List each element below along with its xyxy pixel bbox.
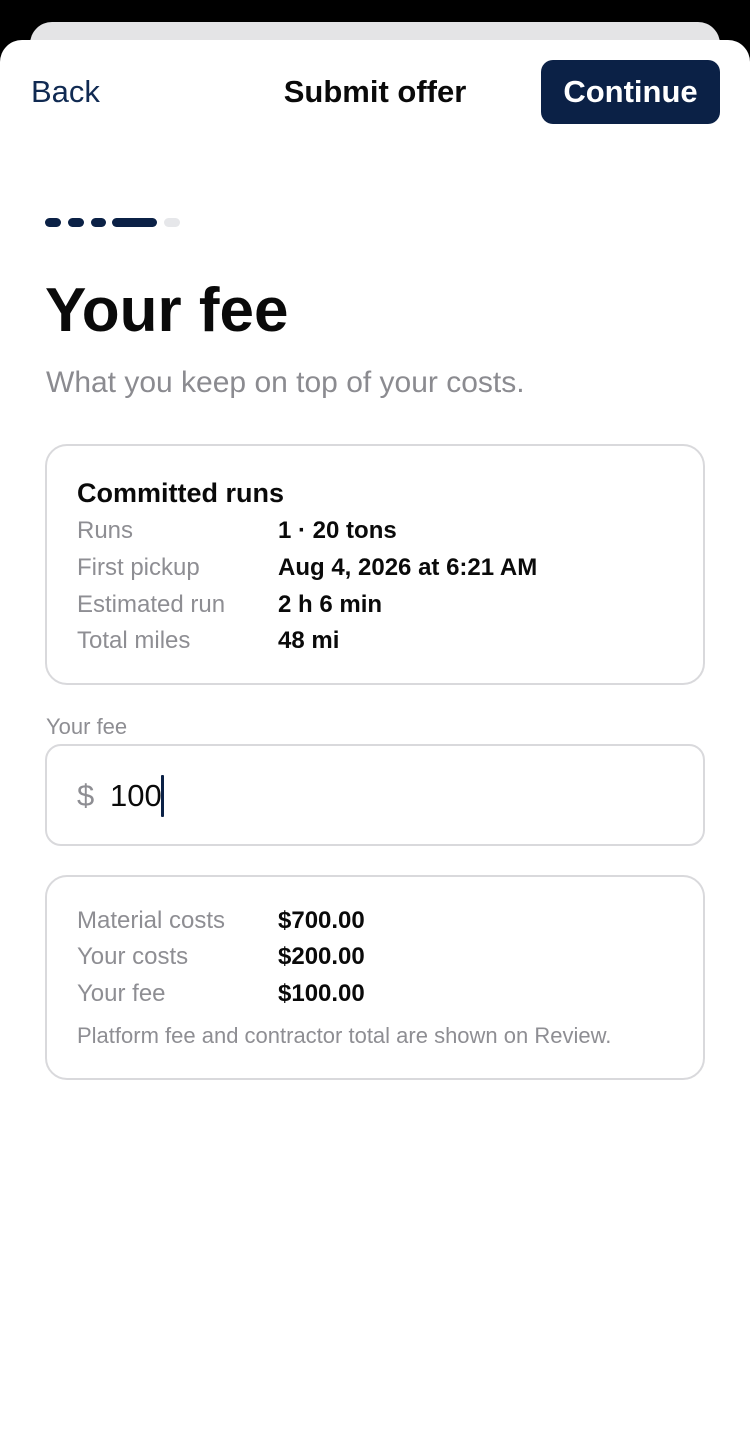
page-title: Your fee bbox=[45, 276, 289, 345]
back-button[interactable]: Back bbox=[31, 72, 100, 112]
text-cursor bbox=[161, 775, 164, 817]
committed-runs-heading: Committed runs bbox=[77, 478, 285, 508]
total-miles-value: 48 mi bbox=[278, 627, 340, 654]
estimated-run-value: 2 h 6 min bbox=[278, 591, 383, 618]
runs-label: Runs bbox=[77, 517, 134, 544]
first-pickup-label: First pickup bbox=[77, 554, 200, 581]
platform-fee-note: Platform fee and contractor total are sh… bbox=[77, 1023, 612, 1048]
fee-field-label: Your fee bbox=[46, 714, 128, 739]
fee-input[interactable]: $ 100 bbox=[45, 744, 705, 846]
progress-step-5 bbox=[164, 218, 180, 227]
material-costs-value: $700.00 bbox=[278, 907, 365, 934]
material-costs-label: Material costs bbox=[77, 907, 226, 934]
progress-step-1 bbox=[45, 218, 61, 227]
your-costs-label: Your costs bbox=[77, 943, 189, 970]
your-fee-value: $100.00 bbox=[278, 980, 365, 1007]
cost-summary-card: Material costs $700.00 Your costs $200.0… bbox=[45, 875, 705, 1080]
committed-runs-card: Committed runs Runs 1 · 20 tons First pi… bbox=[45, 444, 705, 685]
page-subtitle: What you keep on top of your costs. bbox=[46, 366, 525, 399]
currency-symbol: $ bbox=[77, 778, 95, 813]
progress-step-4-current bbox=[112, 218, 157, 227]
progress-step-3 bbox=[91, 218, 106, 227]
total-miles-label: Total miles bbox=[77, 627, 191, 654]
estimated-run-label: Estimated run bbox=[77, 591, 226, 618]
your-fee-label: Your fee bbox=[77, 980, 166, 1007]
progress-step-2 bbox=[68, 218, 84, 227]
fee-input-value[interactable]: 100 bbox=[110, 776, 162, 816]
your-costs-value: $200.00 bbox=[278, 943, 365, 970]
first-pickup-value: Aug 4, 2026 at 6:21 AM bbox=[278, 554, 538, 581]
runs-value: 1 · 20 tons bbox=[278, 517, 397, 544]
continue-button[interactable]: Continue bbox=[541, 60, 720, 124]
